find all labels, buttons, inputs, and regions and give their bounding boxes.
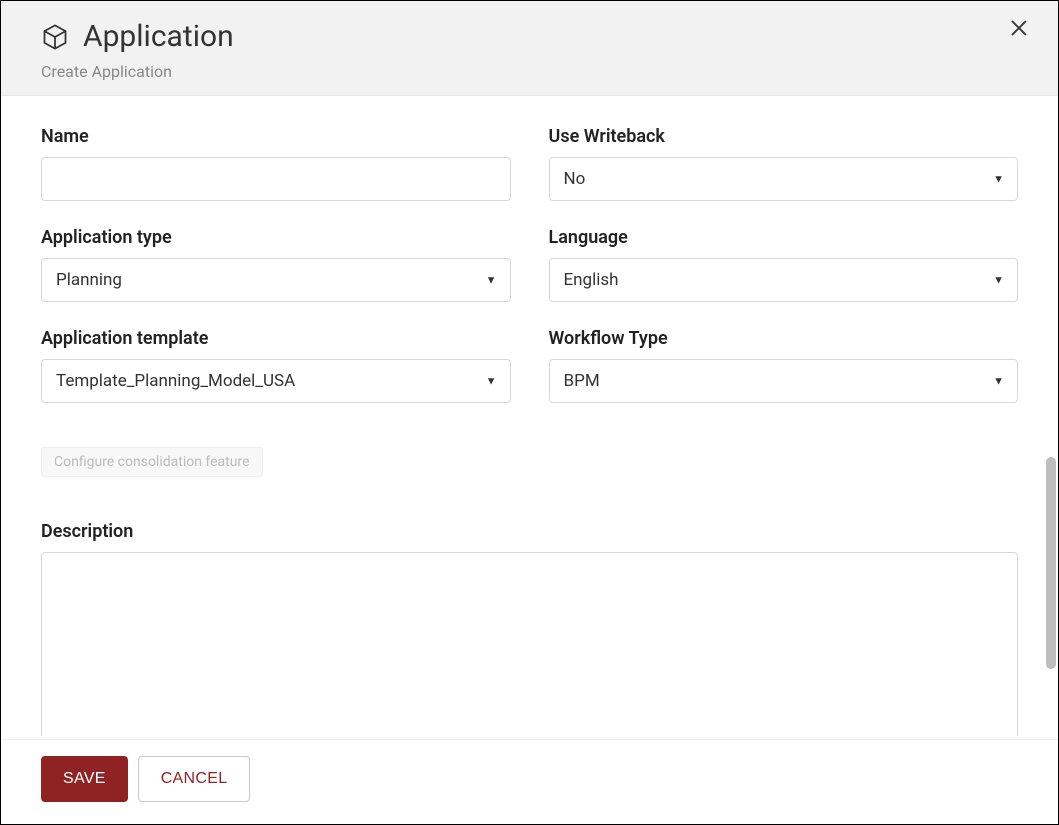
workflow-value: BPM — [564, 371, 600, 391]
writeback-value: No — [564, 169, 586, 189]
description-label: Description — [41, 521, 1018, 542]
language-value: English — [564, 270, 619, 290]
close-button[interactable] — [1008, 17, 1030, 43]
dialog-content: Name Use Writeback No ▼ Application type… — [1, 96, 1058, 736]
workflow-label: Workflow Type — [549, 328, 1019, 349]
language-group: Language English ▼ — [549, 227, 1019, 302]
scrollbar-thumb[interactable] — [1046, 457, 1056, 669]
template-value: Template_Planning_Model_USA — [56, 371, 295, 391]
description-textarea[interactable] — [41, 552, 1018, 736]
template-group: Application template Template_Planning_M… — [41, 328, 511, 403]
apptype-select[interactable]: Planning — [41, 258, 511, 302]
writeback-label: Use Writeback — [549, 126, 1019, 147]
template-label: Application template — [41, 328, 511, 349]
save-button[interactable]: SAVE — [41, 756, 128, 802]
apptype-label: Application type — [41, 227, 511, 248]
workflow-group: Workflow Type BPM ▼ — [549, 328, 1019, 403]
configure-consolidation-button[interactable]: Configure consolidation feature — [41, 447, 263, 477]
cube-icon — [41, 23, 69, 51]
template-select[interactable]: Template_Planning_Model_USA — [41, 359, 511, 403]
cancel-button[interactable]: CANCEL — [138, 756, 251, 802]
name-input[interactable] — [41, 157, 511, 201]
language-select[interactable]: English — [549, 258, 1019, 302]
writeback-group: Use Writeback No ▼ — [549, 126, 1019, 201]
language-label: Language — [549, 227, 1019, 248]
apptype-group: Application type Planning ▼ — [41, 227, 511, 302]
dialog-header: Application Create Application — [1, 1, 1058, 96]
apptype-value: Planning — [56, 270, 122, 290]
dialog-title: Application — [83, 19, 234, 54]
name-group: Name — [41, 126, 511, 201]
configure-row: Configure consolidation feature — [41, 429, 1018, 495]
dialog-footer: SAVE CANCEL — [1, 739, 1058, 824]
writeback-select[interactable]: No — [549, 157, 1019, 201]
name-label: Name — [41, 126, 511, 147]
dialog-subtitle: Create Application — [41, 62, 1018, 81]
description-group: Description — [41, 521, 1018, 736]
workflow-select[interactable]: BPM — [549, 359, 1019, 403]
